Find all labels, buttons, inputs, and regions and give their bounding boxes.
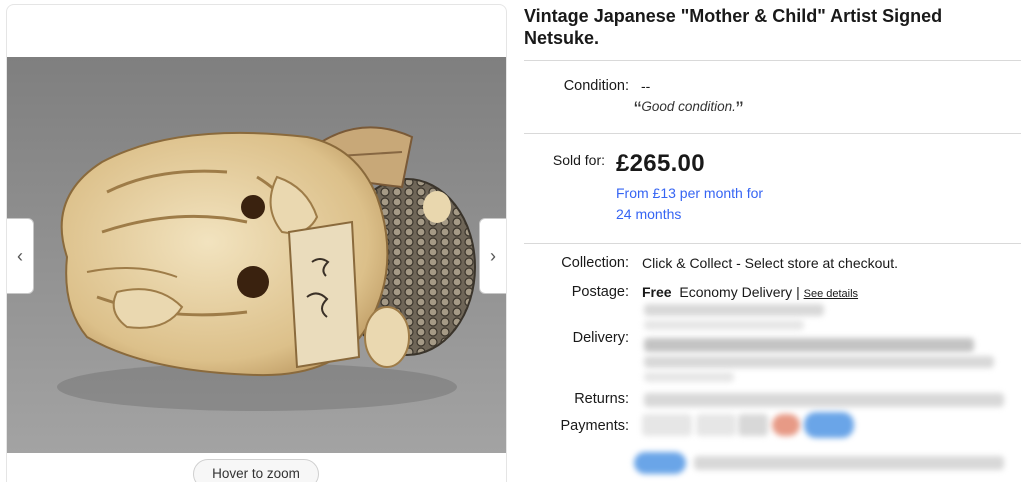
payment-logo-placeholder bbox=[634, 452, 686, 474]
netsuke-photo[interactable] bbox=[7, 57, 506, 453]
item-title: Vintage Japanese "Mother & Child" Artist… bbox=[524, 6, 943, 48]
listing-page: ‹ › Hover to zoom Vintage Japanese "Moth… bbox=[0, 0, 1030, 482]
condition-value: -- bbox=[641, 78, 651, 94]
postage-label: Postage: bbox=[571, 284, 629, 300]
collection-label: Collection: bbox=[561, 255, 629, 271]
hover-to-zoom-label: Hover to zoom bbox=[193, 459, 319, 482]
next-image-button[interactable]: › bbox=[479, 218, 506, 294]
item-details: Vintage Japanese "Mother & Child" Artist… bbox=[524, 0, 1024, 482]
blurred-text bbox=[644, 338, 974, 352]
close-quote: ” bbox=[735, 97, 744, 122]
see-details-link[interactable]: See details bbox=[804, 288, 858, 300]
postage-value: Free Economy Delivery | See details bbox=[642, 284, 858, 300]
image-gallery: ‹ › Hover to zoom bbox=[6, 4, 507, 482]
chevron-right-icon: › bbox=[490, 246, 496, 266]
divider bbox=[524, 133, 1021, 134]
sold-for-label: Sold for: bbox=[552, 152, 605, 168]
payment-logo-placeholder bbox=[696, 414, 736, 436]
payment-logo-placeholder bbox=[772, 414, 800, 436]
payment-logo-placeholder bbox=[804, 412, 854, 438]
finance-line-1: From £13 per month for bbox=[616, 185, 764, 201]
finance-offer-link[interactable]: From £13 per month for 24 months bbox=[616, 183, 816, 225]
finance-line-2: 24 months bbox=[616, 206, 682, 222]
delivery-label: Delivery: bbox=[572, 330, 629, 346]
payment-logo-placeholder bbox=[738, 414, 768, 436]
collection-value: Click & Collect - Select store at checko… bbox=[642, 255, 898, 271]
returns-label: Returns: bbox=[574, 391, 629, 407]
blurred-text bbox=[644, 320, 804, 330]
divider bbox=[524, 60, 1021, 61]
blurred-text bbox=[694, 456, 1004, 470]
blurred-text bbox=[644, 393, 1004, 407]
payment-logo-placeholder bbox=[642, 414, 692, 436]
divider bbox=[524, 243, 1021, 244]
blurred-text bbox=[644, 304, 824, 316]
blurred-text bbox=[644, 372, 734, 382]
condition-label: Condition: bbox=[563, 78, 629, 94]
postage-free: Free bbox=[642, 284, 672, 300]
payments-label: Payments: bbox=[560, 418, 630, 434]
netsuke-image bbox=[7, 57, 506, 453]
chevron-left-icon: ‹ bbox=[17, 246, 23, 266]
condition-description-text: Good condition. bbox=[641, 99, 736, 114]
postage-separator: | bbox=[796, 284, 800, 300]
condition-description: “Good condition.” bbox=[634, 97, 743, 123]
blurred-text bbox=[644, 356, 994, 368]
postage-service: Economy Delivery bbox=[679, 284, 793, 300]
previous-image-button[interactable]: ‹ bbox=[7, 218, 34, 294]
sold-price: £265.00 bbox=[616, 150, 705, 177]
